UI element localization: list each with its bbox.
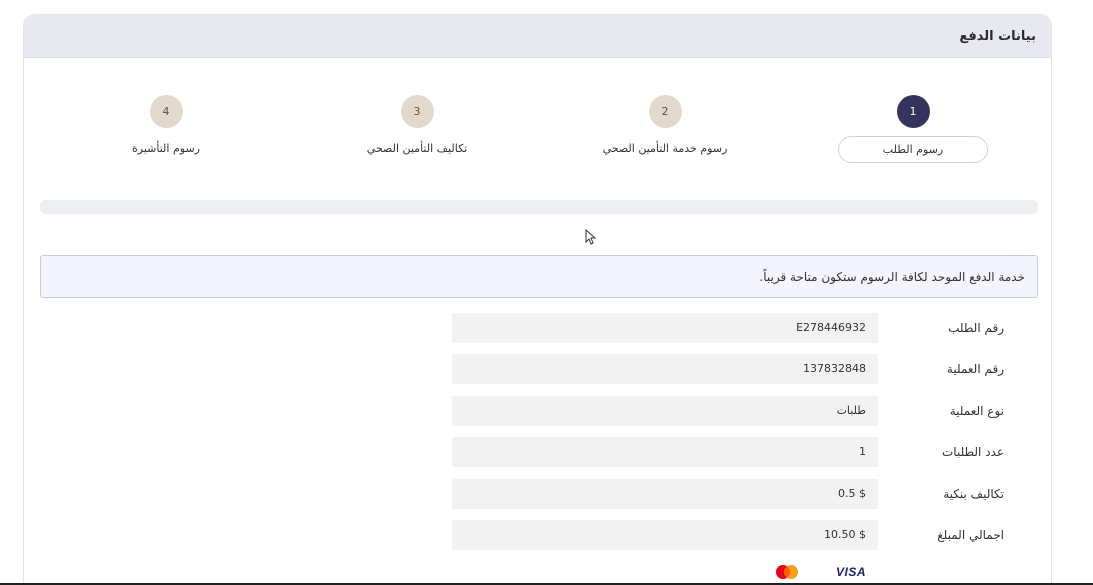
notice-text: خدمة الدفع الموحد لكافة الرسوم ستكون متا… bbox=[759, 269, 1025, 284]
payment-details: رقم الطلب E278446932 رقم العملية 1378328… bbox=[452, 313, 1012, 561]
mouse-cursor-icon bbox=[585, 229, 597, 245]
step-label: رسوم خدمة التأمين الصحي bbox=[602, 142, 728, 155]
detail-label: عدد الطلبات bbox=[942, 445, 1004, 460]
stepper: 1 رسوم الطلب 2 رسوم خدمة التأمين الصحي 3… bbox=[24, 95, 1051, 165]
step-health-insurance-service-fees[interactable]: 2 رسوم خدمة التأمين الصحي bbox=[535, 95, 795, 155]
detail-row-transaction-number: رقم العملية 137832848 bbox=[452, 354, 1012, 385]
detail-label: رقم العملية bbox=[946, 362, 1004, 377]
step-number-circle: 3 bbox=[400, 95, 434, 128]
step-label: رسوم الطلب bbox=[838, 136, 988, 163]
step-application-fees[interactable]: 1 رسوم الطلب bbox=[783, 95, 1043, 163]
page-title: بيانات الدفع bbox=[959, 28, 1036, 44]
detail-value: 1 bbox=[452, 437, 878, 468]
detail-value: طلبات bbox=[452, 395, 878, 426]
visa-logo: VISA bbox=[836, 565, 867, 579]
step-health-insurance-costs[interactable]: 3 تكاليف التأمين الصحي bbox=[287, 95, 547, 155]
step-label: تكاليف التأمين الصحي bbox=[366, 142, 468, 155]
detail-row-application-number: رقم الطلب E278446932 bbox=[452, 313, 1012, 343]
detail-label: رقم الطلب bbox=[948, 321, 1004, 335]
step-number-circle: 4 bbox=[149, 95, 183, 128]
step-label: رسوم التأشيرة bbox=[132, 142, 200, 155]
detail-row-bank-fees: تكاليف بنكية $ 0.5 bbox=[452, 478, 1012, 509]
payment-card: بيانات الدفع 1 رسوم الطلب 2 رسوم خدمة ال… bbox=[23, 14, 1052, 585]
detail-row-transaction-type: نوع العملية طلبات bbox=[452, 395, 1012, 426]
detail-row-application-count: عدد الطلبات 1 bbox=[452, 437, 1012, 468]
progress-track bbox=[40, 200, 1038, 214]
notice-banner: خدمة الدفع الموحد لكافة الرسوم ستكون متا… bbox=[40, 255, 1038, 298]
step-visa-fees[interactable]: 4 رسوم التأشيرة bbox=[36, 95, 296, 155]
step-number-circle: 2 bbox=[648, 95, 682, 128]
mastercard-icon bbox=[776, 565, 798, 579]
detail-value: E278446932 bbox=[452, 313, 878, 343]
detail-value: $ 0.5 bbox=[452, 478, 878, 509]
detail-value: $ 10.50 bbox=[452, 519, 878, 550]
detail-label: تكاليف بنكية bbox=[943, 486, 1004, 501]
step-number-circle: 1 bbox=[896, 95, 930, 128]
card-header: بيانات الدفع bbox=[24, 15, 1051, 58]
detail-value: 137832848 bbox=[452, 354, 878, 385]
detail-row-total-amount: اجمالي المبلغ $ 10.50 bbox=[452, 519, 1012, 550]
detail-label: نوع العملية bbox=[949, 403, 1004, 418]
detail-label: اجمالي المبلغ bbox=[937, 527, 1004, 542]
